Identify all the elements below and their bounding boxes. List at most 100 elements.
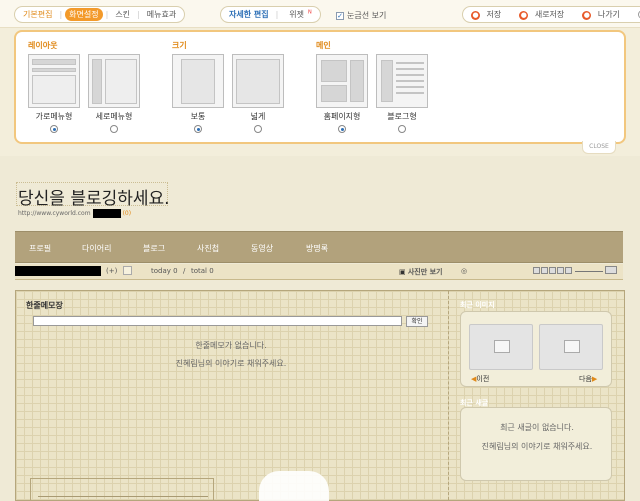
tab-screen-settings[interactable]: 화면설정 [65,8,103,21]
recent-images-widget: ◀이전 다음▶ [460,311,612,387]
tab-widget[interactable]: 위젯 N [281,8,315,21]
blog-url[interactable]: http://www.cyworld.com (0) [18,209,131,218]
save-icon: ● [471,11,480,20]
layout-option-label: 가로메뉴형 [35,112,73,121]
blog-title: 당신을 블로깅하세요. [18,189,170,209]
help-button[interactable]: ? [634,9,640,20]
exit-button[interactable]: ● 나가기 [578,8,628,21]
prev-label: 이전 [476,375,490,383]
cloud-decoration [259,471,329,501]
close-panel-button[interactable]: CLOSE [582,141,616,154]
type-section-title: 메인 [316,41,331,50]
count-separator: / [183,267,186,275]
type-blog-radio[interactable] [398,125,406,133]
memo-empty-hint: 진혜림님의 이야기로 채워주세요. [175,359,287,368]
file-actions: ● 저장 ● 새로저장 ● 나가기 ? [462,6,640,23]
next-link[interactable]: 다음▶ [579,374,597,384]
save-button[interactable]: ● 저장 [467,8,509,21]
layout-option-vertical[interactable]: 세로메뉴형 [88,54,140,133]
separator: | [59,10,63,19]
redacted-name [15,266,101,276]
separator: | [137,10,140,19]
nav-profile[interactable]: 프로필 [29,243,51,254]
photo-only-link[interactable]: ▣ 사진만 보기 [399,267,443,277]
size-option-label: 보통 [190,112,206,121]
type-option-blog[interactable]: 블로그형 [376,54,428,133]
nav-guestbook[interactable]: 방명록 [306,243,328,254]
blog-preview: 당신을 블로깅하세요. http://www.cyworld.com (0) 프… [0,156,640,501]
horizontal-menu-thumbnail [28,54,80,108]
type-option-label: 홈페이지형 [323,112,361,121]
refresh-icon[interactable]: ◎ [461,267,467,275]
photo-thumbnail[interactable] [539,324,603,370]
redacted-id [92,209,121,218]
nav-blog[interactable]: 블로그 [143,243,165,254]
memo-empty-message: 한줄메모가 없습니다. [195,341,267,350]
blog-type-thumbnail [376,54,428,108]
today-count: today 0 [151,267,178,275]
tab-basic-edit[interactable]: 기본편집 [19,8,56,21]
nav-video[interactable]: 동영상 [251,243,273,254]
homepage-thumbnail [316,54,368,108]
separator: | [105,10,109,19]
bottom-widget-inner [38,496,208,501]
url-text: http://www.cyworld.com [18,210,91,217]
nav-photo-album[interactable]: 사진첩 [197,243,219,254]
size-normal-radio[interactable] [194,125,202,133]
wide-size-thumbnail [232,54,284,108]
layout-option-horizontal[interactable]: 가로메뉴형 [28,54,80,133]
layout-vertical-radio[interactable] [110,125,118,133]
size-wide-radio[interactable] [254,125,262,133]
edit-mode-tabs: 기본편집 | 화면설정 | 스킨 | 메뉴효과 [14,6,186,23]
image-placeholder-icon [564,340,580,353]
size-section-title: 크기 [172,41,187,50]
vertical-menu-thumbnail [88,54,140,108]
size-option-normal[interactable]: 보통 [172,54,224,133]
total-count: total 0 [191,267,214,275]
recent-posts-widget: 최근 새글이 없습니다. 진혜림님의 이야기로 채워주세요. [460,407,612,481]
widget-label: 위젯 [289,10,305,19]
save-label: 저장 [486,10,502,19]
separator: | [275,10,279,19]
exit-icon: ● [582,11,592,20]
top-toolbar: 기본편집 | 화면설정 | 스킨 | 메뉴효과 자세한 편집 | 위젯 N ✓ 눈… [0,0,640,28]
memo-input[interactable] [33,316,402,326]
new-badge: N [308,9,312,16]
save-new-button[interactable]: ● 새로저장 [515,8,572,21]
music-player-controls[interactable] [533,267,573,276]
save-new-icon: ● [519,11,529,20]
recent-images-title: 최근 이미지 [460,301,495,309]
bottom-widget-frame [30,478,214,501]
image-placeholder-icon [494,340,510,353]
prev-link[interactable]: ◀이전 [471,374,489,384]
tab-menu-effect[interactable]: 메뉴효과 [143,8,180,21]
gridlines-checkbox[interactable]: ✓ [336,11,344,20]
type-option-homepage[interactable]: 홈페이지형 [316,54,368,133]
mood-icon [123,266,132,275]
nav-diary[interactable]: 다이어리 [82,243,111,254]
add-friend-link[interactable]: (+) [106,267,117,275]
size-option-wide[interactable]: 넓게 [232,54,284,133]
layout-horizontal-radio[interactable] [50,125,58,133]
tab-skin[interactable]: 스킨 [111,8,134,21]
recent-posts-hint: 진혜림님의 이야기로 채워주세요. [481,442,593,451]
photo-thumbnail[interactable] [469,324,533,370]
recent-posts-empty: 최근 새글이 없습니다. [500,423,574,432]
gridlines-toggle[interactable]: ✓ 눈금선 보기 [336,10,386,21]
url-count: (0) [122,210,132,217]
volume-slider[interactable] [575,271,603,272]
photo-icon: ▣ [399,268,406,276]
exit-label: 나가기 [597,10,620,19]
screen-settings-panel: 레이아웃 가로메뉴형 세로메뉴형 크기 보통 넓게 메인 홈페이지형 블로그형 [14,30,626,144]
next-arrow-icon: ▶ [591,375,598,383]
normal-size-thumbnail [172,54,224,108]
playlist-button[interactable] [605,266,617,274]
type-homepage-radio[interactable] [338,125,346,133]
tab-detail-edit[interactable]: 자세한 편집 [225,8,273,21]
blog-status-bar: (+) today 0 / total 0 ▣ 사진만 보기 ◎ [15,264,623,280]
photo-only-label: 사진만 보기 [407,268,443,276]
blog-main-content: 한줄메모장 확인 한줄메모가 없습니다. 진혜림님의 이야기로 채워주세요. 최… [15,290,625,501]
layout-section-title: 레이아웃 [28,41,58,50]
size-option-label: 넓게 [250,112,266,121]
memo-confirm-button[interactable]: 확인 [406,316,428,327]
